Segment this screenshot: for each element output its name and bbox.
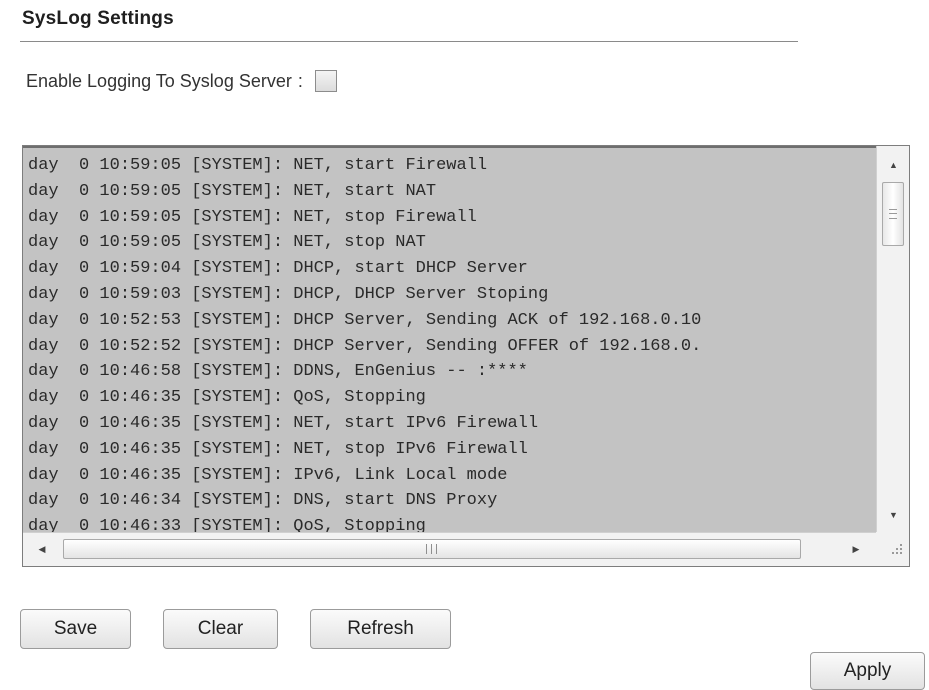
scroll-down-arrow-icon[interactable]: ▼ [877,504,910,526]
vertical-scroll-thumb[interactable] [882,182,904,246]
enable-logging-checkbox[interactable] [314,70,337,92]
horizontal-scroll-thumb[interactable] [63,539,801,559]
log-line: day 0 10:46:35 [SYSTEM]: QoS, Stopping [28,388,426,408]
apply-button[interactable]: Apply [810,652,925,690]
save-button[interactable]: Save [20,609,131,649]
grip-icon [426,544,437,554]
log-line: day 0 10:59:05 [SYSTEM]: NET, stop NAT [28,233,426,253]
grip-icon [889,209,897,219]
log-line: day 0 10:52:53 [SYSTEM]: DHCP Server, Se… [28,310,702,330]
log-content-area[interactable]: day 0 10:59:05 [SYSTEM]: NET, start Fire… [23,146,876,532]
log-line: day 0 10:59:03 [SYSTEM]: DHCP, DHCP Serv… [28,284,549,304]
log-line: day 0 10:59:04 [SYSTEM]: DHCP, start DHC… [28,259,528,279]
log-line: day 0 10:46:35 [SYSTEM]: IPv6, Link Loca… [28,465,508,485]
resize-grip-icon[interactable] [876,532,909,566]
log-line: day 0 10:46:33 [SYSTEM]: QoS, Stopping [28,517,426,532]
scroll-right-arrow-icon[interactable]: ▶ [843,533,869,565]
enable-logging-row: Enable Logging To Syslog Server : [26,66,337,96]
log-lines: day 0 10:59:05 [SYSTEM]: NET, start Fire… [23,148,876,532]
vertical-scrollbar[interactable]: ▲ ▼ [876,146,909,532]
log-line: day 0 10:46:34 [SYSTEM]: DNS, start DNS … [28,491,498,511]
horizontal-scrollbar[interactable]: ◀ ▶ [23,532,876,566]
title-divider [20,41,798,42]
log-line: day 0 10:59:05 [SYSTEM]: NET, start NAT [28,181,437,201]
page-title: SysLog Settings [22,8,174,29]
scroll-left-arrow-icon[interactable]: ◀ [29,533,55,565]
log-line: day 0 10:52:52 [SYSTEM]: DHCP Server, Se… [28,336,702,356]
refresh-button[interactable]: Refresh [310,609,451,649]
enable-logging-label: Enable Logging To Syslog Server [26,70,292,91]
log-line: day 0 10:59:05 [SYSTEM]: NET, start Fire… [28,156,488,175]
log-line: day 0 10:46:35 [SYSTEM]: NET, stop IPv6 … [28,439,528,459]
log-line: day 0 10:59:05 [SYSTEM]: NET, stop Firew… [28,207,477,227]
log-line: day 0 10:46:35 [SYSTEM]: NET, start IPv6… [28,413,539,433]
log-line: day 0 10:46:58 [SYSTEM]: DDNS, EnGenius … [28,362,528,382]
syslog-textarea[interactable]: day 0 10:59:05 [SYSTEM]: NET, start Fire… [22,145,910,567]
clear-button[interactable]: Clear [163,609,278,649]
scroll-up-arrow-icon[interactable]: ▲ [877,154,910,176]
enable-logging-colon: : [297,70,303,91]
